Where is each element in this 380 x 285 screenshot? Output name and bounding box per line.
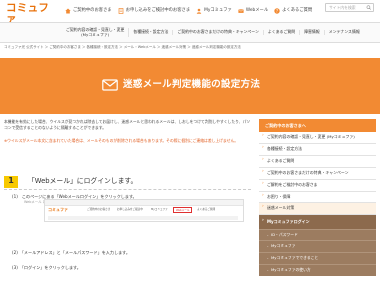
step-heading: 1 「Webメール」にログインします。 — [4, 174, 251, 190]
warning-text: ※ウイルスがメール本文に含まれていた場合は、メールそのものが削除される場合もあり… — [4, 138, 239, 144]
mail-envelope-icon — [102, 78, 118, 93]
site-search-input[interactable]: サイト内を検索 — [325, 3, 374, 12]
sidebar-item-settings[interactable]: 各種接続・設定方法 — [259, 143, 376, 156]
search-placeholder: サイト内を検索 — [329, 4, 356, 10]
nav-item-faq[interactable]: ? よくあるご質問 — [271, 0, 315, 22]
house-icon — [65, 8, 71, 14]
screenshot-tab: お申し込みをご検討中 — [117, 208, 143, 211]
step-title: 「Webメール」にログインします。 — [28, 177, 138, 186]
main-content: 本機能を有効にした場合、ウイルスが見つかれば除去してお届けし、迷惑メールと思われ… — [4, 119, 251, 270]
sidebar-sub-item[interactable]: Myコミュファの使い方 — [259, 263, 376, 276]
page-title: 迷惑メール判定機能の設定方法 — [123, 79, 261, 91]
commufa-logo[interactable]: コミュファ Powered by ctc — [6, 3, 52, 30]
screenshot-tab: よくあるご質問 — [197, 208, 216, 211]
subnav-campaign[interactable]: ご契約中のお客さまだけの特典・キャンペーン — [173, 30, 264, 35]
subnav-contract[interactable]: ご契約内容の確認・見直し・変更 (Myコミュファ) — [62, 27, 130, 37]
nav-item-subscribers[interactable]: ご契約中のお客さま — [62, 0, 115, 22]
subnav-faq[interactable]: よくあるご質問 — [264, 30, 301, 35]
search-icon[interactable] — [366, 5, 372, 10]
instruction-3: (3) 「ログイン」をクリックします。 — [12, 265, 81, 270]
sidebar-item-cancel[interactable]: ご解約をご検討中のお客さま — [259, 179, 376, 192]
screenshot-tab: Myコミュファ — [151, 208, 168, 211]
sidebar-item-active[interactable]: 迷惑メール対策 — [259, 203, 376, 216]
page-hero: 迷惑メール判定機能の設定方法 — [0, 58, 380, 114]
nav-label: Myコミュファ — [204, 8, 232, 14]
nav-label: よくあるご質問 — [282, 8, 313, 14]
nav-label: お申し込みをご検討中のお客さま — [125, 8, 191, 14]
intro-text: 本機能を有効にした場合、ウイルスが見つかれば除去してお届けし、迷惑メールと思われ… — [4, 119, 251, 131]
subnav-outage[interactable]: 障害情報 — [300, 30, 325, 35]
screenshot-logo: コミュファ — [48, 207, 68, 212]
sidebar-heading: ご契約中のお客さまへ — [259, 119, 376, 132]
screenshot-tab: ご契約中のお客さま — [87, 208, 111, 211]
sidebar-sub-item[interactable]: ID・パスワード — [259, 228, 376, 241]
screenshot-content-bar — [48, 216, 238, 220]
person-icon — [196, 8, 202, 14]
instruction-2: (2) 「メールアドレス」と「メールパスワード」を入力します。 — [12, 250, 130, 255]
sidebar: ご契約中のお客さまへ ご契約内容の確認・見直し・変更 (Myコミュファ) 各種接… — [259, 119, 376, 276]
sidebar-item-campaign[interactable]: ご契約中のお客さまだけの特典・キャンペーン — [259, 167, 376, 180]
secondary-nav: ご契約内容の確認・見直し・変更 (Myコミュファ) 各種接続・設定方法 ご契約中… — [0, 22, 380, 43]
sidebar-sub-item[interactable]: Myコミュファでできること — [259, 252, 376, 264]
nav-item-mycommufa[interactable]: Myコミュファ — [193, 0, 235, 22]
svg-text:?: ? — [276, 9, 278, 14]
nav-item-webmail[interactable]: Webメール — [235, 0, 271, 22]
sidebar-item-contract[interactable]: ご契約内容の確認・見直し・変更 (Myコミュファ) — [259, 132, 376, 144]
sidebar-item-faq[interactable]: よくあるご質問 — [259, 155, 376, 168]
nav-label: Webメール — [245, 8, 269, 14]
step-number-badge: 1 — [4, 175, 18, 188]
sidebar-sub-item[interactable]: Myコミュファ — [259, 240, 376, 253]
mail-icon — [238, 8, 244, 14]
sidebar-mycommufa-login[interactable]: Myコミュファログイン — [259, 215, 376, 229]
site-header: コミュファ Powered by ctc ご契約中のお客さま お申し込みをご検討… — [0, 0, 380, 30]
subnav-settings[interactable]: 各種接続・設定方法 — [129, 30, 174, 35]
top-nav: ご契約中のお客さま お申し込みをご検討中のお客さま Myコミュファ Webメール… — [62, 0, 315, 22]
nav-label: ご契約中のお客さま — [73, 8, 112, 14]
screenshot-tab-highlighted: Webメール — [173, 207, 193, 213]
question-icon: ? — [274, 8, 280, 14]
document-icon — [118, 8, 124, 14]
breadcrumb[interactable]: コミュファ光 公式サイト ＞ ご契約中のお客さま ＞ 各種接続・設定方法 ＞ メ… — [4, 45, 376, 53]
nav-item-prospects[interactable]: お申し込みをご検討中のお客さま — [115, 0, 193, 22]
subnav-maintenance[interactable]: メンテナンス情報 — [325, 30, 364, 35]
sidebar-item-support[interactable]: お困り・保障 — [259, 191, 376, 204]
webmail-screenshot: コミュファ ご契約中のお客さま お申し込みをご検討中 Myコミュファ Webメー… — [44, 199, 244, 222]
screenshot-browser-bar — [45, 200, 243, 206]
